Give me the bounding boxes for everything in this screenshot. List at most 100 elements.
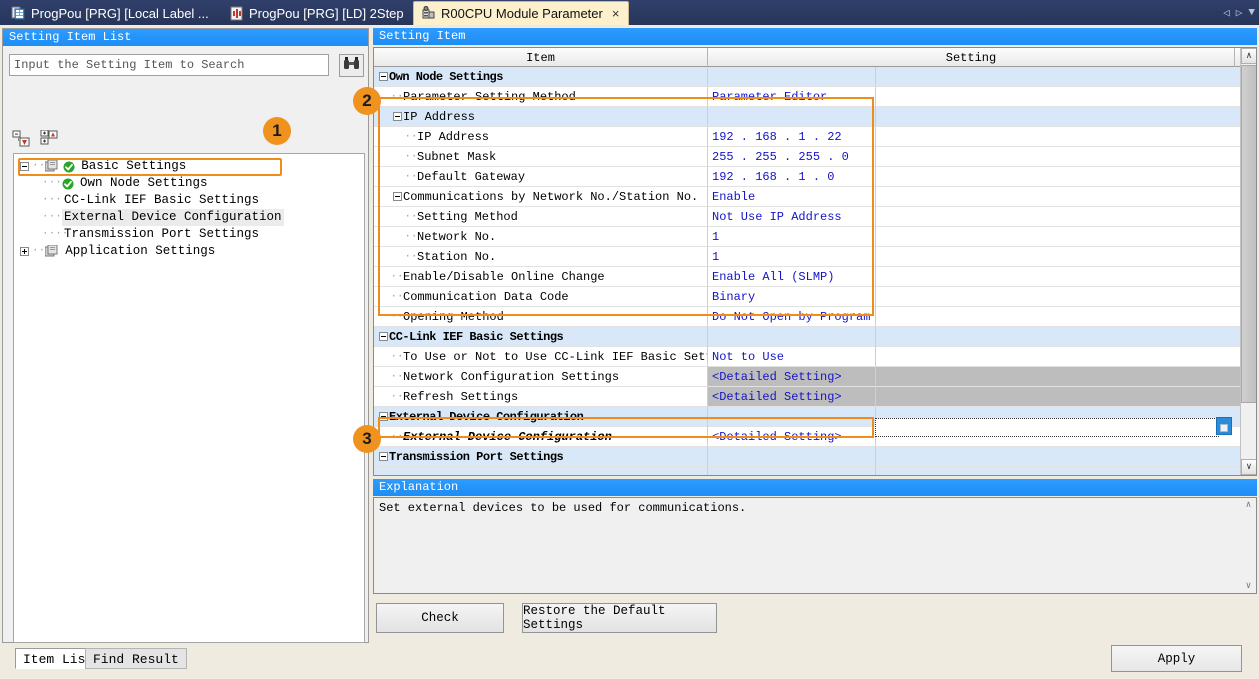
tab-find-result[interactable]: Find Result [85, 648, 187, 669]
grid-cell-spacer [876, 307, 1256, 327]
tree-item-label: Application Settings [63, 243, 217, 260]
check-button[interactable]: Check [376, 603, 504, 633]
grid-row[interactable]: ··Refresh Settings<Detailed Setting> [374, 387, 1256, 407]
grid-cell-item: ··Opening Method [374, 307, 708, 327]
setting-item-tree[interactable]: ··Basic Settings····Own Node Settings···… [13, 153, 365, 643]
tree-toolbar [11, 129, 366, 151]
grid-cell-setting[interactable]: Binary [708, 287, 876, 307]
restore-default-settings-button[interactable]: Restore the Default Settings [522, 603, 717, 633]
grid-cell-setting[interactable]: Not to Use [708, 347, 876, 367]
setting-item-panel: Setting Item Item Setting Own Node Setti… [373, 28, 1257, 476]
collapse-icon[interactable] [391, 192, 403, 201]
external-device-config-focus-field[interactable] [875, 418, 1219, 437]
grid-row[interactable]: ··Parameter Setting MethodParameter Edit… [374, 87, 1256, 107]
scroll-up-icon[interactable]: ∧ [1241, 48, 1257, 64]
grid-row[interactable]: ··To Use or Not to Use CC-Link IEF Basic… [374, 347, 1256, 367]
grid-cell-setting[interactable] [708, 107, 876, 127]
tree-item-application-settings[interactable]: ··Application Settings [14, 243, 364, 260]
tree-connector: ·· [405, 211, 417, 223]
collapse-all-icon[interactable] [11, 129, 33, 149]
tree-item-external-device-configuration[interactable]: ····External Device Configuration [14, 209, 364, 226]
tab-next-icon[interactable]: ▷ [1236, 6, 1243, 20]
parameter-grid[interactable]: Item Setting Own Node Settings··Paramete… [373, 47, 1257, 476]
scroll-thumb[interactable] [1241, 65, 1257, 403]
tab-progpou-local-label[interactable]: ProgPou [PRG] [Local Label ... [4, 2, 218, 25]
grid-row[interactable]: Transmission Port Settings [374, 447, 1256, 467]
grid-cell-setting[interactable]: 192 . 168 . 1 . 22 [708, 127, 876, 147]
tree-item-basic-settings[interactable]: ··Basic Settings [14, 158, 364, 175]
tree-item-transmission-port-settings[interactable]: ····Transmission Port Settings [14, 226, 364, 243]
grid-cell-setting[interactable]: Enable [708, 187, 876, 207]
tree-connector: ···· [42, 226, 62, 243]
grid-cell-spacer [876, 207, 1256, 227]
tab-r00cpu-module-parameter[interactable]: R00CPU Module Parameter × [413, 1, 629, 25]
collapse-icon[interactable] [20, 162, 29, 171]
grid-item-label: IP Address [417, 130, 489, 144]
grid-cell-item: ··Subnet Mask [374, 147, 708, 167]
grid-vertical-scrollbar[interactable]: ∧ ∨ [1240, 48, 1256, 475]
grid-cell-setting[interactable]: 255 . 255 . 255 . 0 [708, 147, 876, 167]
grid-row[interactable]: CC-Link IEF Basic Settings [374, 327, 1256, 347]
collapse-icon[interactable] [377, 72, 389, 81]
program-table-icon [11, 6, 26, 21]
explanation-scrollbar[interactable]: ∧ ∨ [1241, 498, 1256, 593]
tab-progpou-ld-2step[interactable]: ProgPou [PRG] [LD] 2Step [222, 2, 413, 25]
grid-row[interactable]: ··Setting MethodNot Use IP Address [374, 207, 1256, 227]
grid-cell-spacer [876, 367, 1256, 387]
step-badge-1: 1 [263, 117, 291, 145]
grid-row[interactable]: ··Station No.1 [374, 247, 1256, 267]
grid-cell-setting[interactable]: Not Use IP Address [708, 207, 876, 227]
collapse-icon[interactable] [377, 452, 389, 461]
grid-cell-spacer [876, 327, 1256, 347]
grid-cell-setting[interactable]: 1 [708, 227, 876, 247]
tab-prev-icon[interactable]: ◁ [1223, 6, 1230, 20]
grid-cell-setting[interactable]: <Detailed Setting> [708, 367, 876, 387]
collapse-icon[interactable] [391, 112, 403, 121]
grid-item-label: External Device Configuration [403, 430, 612, 444]
grid-cell-setting[interactable]: Parameter Editor [708, 87, 876, 107]
search-input[interactable] [9, 54, 329, 76]
grid-cell-setting[interactable]: <Detailed Setting> [708, 427, 876, 447]
grid-cell-setting[interactable] [708, 327, 876, 347]
grid-cell-setting[interactable] [708, 467, 876, 476]
column-header-setting: Setting [708, 48, 1235, 67]
expand-all-icon[interactable] [39, 129, 61, 149]
grid-cell-setting[interactable] [708, 447, 876, 467]
apply-button[interactable]: Apply [1111, 645, 1242, 672]
grid-cell-setting[interactable] [708, 407, 876, 427]
scroll-down-icon[interactable]: ∨ [1241, 459, 1257, 475]
grid-row[interactable]: ··Default Gateway192 . 168 . 1 . 0 [374, 167, 1256, 187]
expand-icon[interactable] [20, 247, 29, 256]
grid-cell-setting[interactable]: Enable All (SLMP) [708, 267, 876, 287]
explanation-scroll-up-icon[interactable]: ∧ [1241, 498, 1256, 512]
grid-row[interactable]: ··Enable/Disable Online ChangeEnable All… [374, 267, 1256, 287]
grid-item-label: Subnet Mask [417, 150, 496, 164]
collapse-icon[interactable] [377, 332, 389, 341]
tab-list-dropdown-icon[interactable]: ▼ [1248, 7, 1255, 19]
grid-cell-setting[interactable]: 192 . 168 . 1 . 0 [708, 167, 876, 187]
close-icon[interactable]: × [612, 6, 620, 21]
grid-row[interactable]: ··Network Configuration Settings<Detaile… [374, 367, 1256, 387]
grid-cell-setting[interactable]: <Detailed Setting> [708, 387, 876, 407]
grid-row[interactable]: IP Address [374, 107, 1256, 127]
detailed-setting-ellipsis-button[interactable] [1216, 417, 1232, 435]
folder-icon [45, 245, 60, 258]
grid-row[interactable]: ··IP Address192 . 168 . 1 . 22 [374, 127, 1256, 147]
grid-cell-spacer [876, 387, 1256, 407]
grid-row[interactable]: ··Opening MethodDo Not Open by Program [374, 307, 1256, 327]
collapse-icon[interactable] [377, 412, 389, 421]
grid-row[interactable]: ··Communication Data CodeBinary [374, 287, 1256, 307]
grid-cell-setting[interactable] [708, 67, 876, 87]
grid-row[interactable]: ··Subnet Mask255 . 255 . 255 . 0 [374, 147, 1256, 167]
explanation-scroll-down-icon[interactable]: ∨ [1241, 579, 1256, 593]
grid-row[interactable]: ··Network No.1 [374, 227, 1256, 247]
tree-item-own-node-settings[interactable]: ····Own Node Settings [14, 175, 364, 192]
grid-cell-setting[interactable]: Do Not Open by Program [708, 307, 876, 327]
tree-connector: ···· [42, 192, 62, 209]
grid-row[interactable]: Own Node Settings [374, 67, 1256, 87]
grid-cell-setting[interactable]: 1 [708, 247, 876, 267]
grid-row[interactable]: Communications by Network No./Station No… [374, 187, 1256, 207]
search-button[interactable] [339, 54, 364, 77]
tree-item-cc-link-ief-basic-settings[interactable]: ····CC-Link IEF Basic Settings [14, 192, 364, 209]
grid-row[interactable] [374, 467, 1256, 476]
